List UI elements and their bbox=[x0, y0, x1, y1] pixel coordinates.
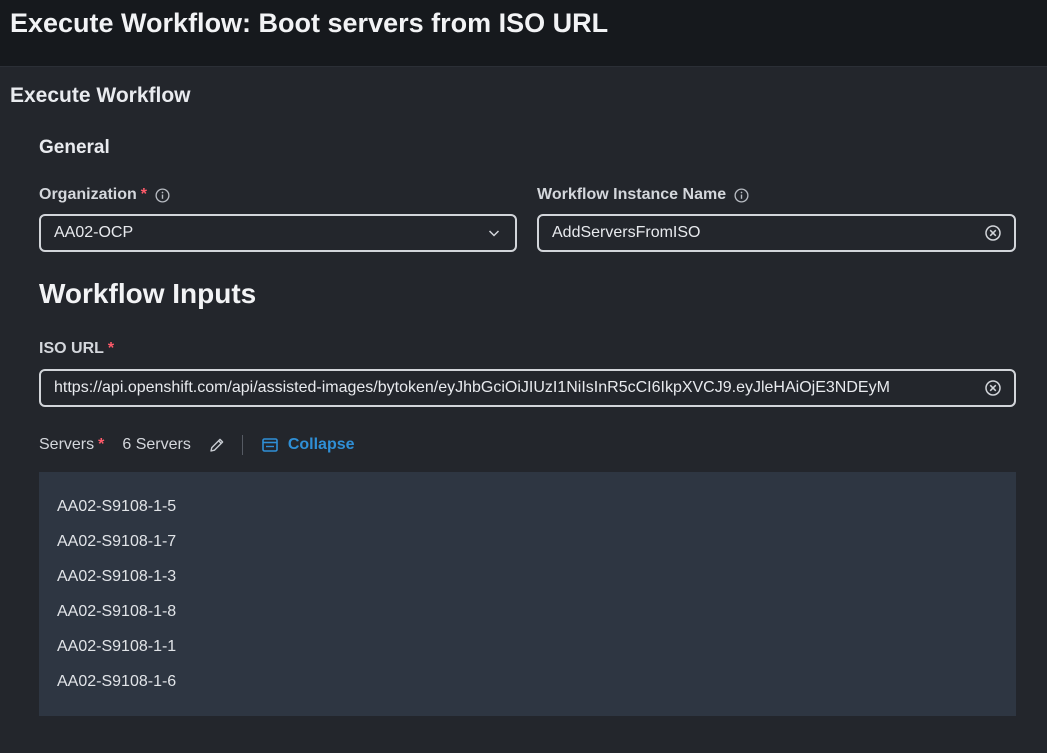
instance-name-label-text: Workflow Instance Name bbox=[537, 186, 727, 203]
section-title: Execute Workflow bbox=[10, 84, 191, 107]
info-icon[interactable] bbox=[734, 187, 749, 203]
page-title: Execute Workflow: Boot servers from ISO … bbox=[10, 8, 609, 38]
collapse-icon bbox=[262, 438, 278, 452]
workflow-inputs-heading: Workflow Inputs bbox=[39, 278, 257, 309]
collapse-label: Collapse bbox=[287, 436, 355, 453]
divider bbox=[241, 435, 243, 455]
servers-count: 6 Servers bbox=[122, 436, 191, 453]
chevron-down-icon[interactable] bbox=[485, 224, 503, 242]
general-heading: General bbox=[39, 137, 110, 158]
servers-field-header: Servers * 6 Servers Collapse bbox=[39, 433, 355, 457]
list-item: AA02-S9108-1-1 bbox=[57, 638, 177, 655]
instance-name-value: AddServersFromISO bbox=[552, 224, 701, 241]
clear-icon[interactable] bbox=[984, 379, 1002, 397]
server-list: AA02-S9108-1-5 AA02-S9108-1-7 AA02-S9108… bbox=[39, 472, 1016, 716]
iso-url-label-text: ISO URL bbox=[39, 340, 104, 357]
title-bar: Execute Workflow: Boot servers from ISO … bbox=[0, 0, 1047, 67]
list-item: AA02-S9108-1-6 bbox=[57, 673, 177, 690]
required-marker: * bbox=[140, 186, 148, 203]
clear-icon[interactable] bbox=[984, 224, 1002, 242]
list-item: AA02-S9108-1-7 bbox=[57, 533, 177, 550]
organization-label: Organization * bbox=[39, 186, 170, 204]
list-item: AA02-S9108-1-5 bbox=[57, 498, 177, 515]
iso-url-value: https://api.openshift.com/api/assisted-i… bbox=[54, 379, 890, 396]
list-item: AA02-S9108-1-3 bbox=[57, 568, 177, 585]
organization-label-text: Organization bbox=[39, 186, 137, 203]
collapse-button[interactable]: Collapse bbox=[261, 436, 355, 454]
list-item: AA02-S9108-1-8 bbox=[57, 603, 177, 620]
instance-name-input[interactable]: AddServersFromISO bbox=[537, 214, 1016, 252]
required-marker: * bbox=[107, 340, 115, 357]
pencil-icon[interactable] bbox=[208, 436, 226, 454]
servers-label: Servers bbox=[39, 436, 95, 453]
instance-name-label: Workflow Instance Name bbox=[537, 186, 749, 204]
organization-select[interactable]: AA02-OCP bbox=[39, 214, 517, 252]
info-icon[interactable] bbox=[155, 187, 170, 203]
organization-value: AA02-OCP bbox=[54, 224, 134, 241]
iso-url-input[interactable]: https://api.openshift.com/api/assisted-i… bbox=[39, 369, 1016, 407]
iso-url-label: ISO URL * bbox=[39, 340, 114, 358]
required-marker: * bbox=[98, 436, 105, 453]
